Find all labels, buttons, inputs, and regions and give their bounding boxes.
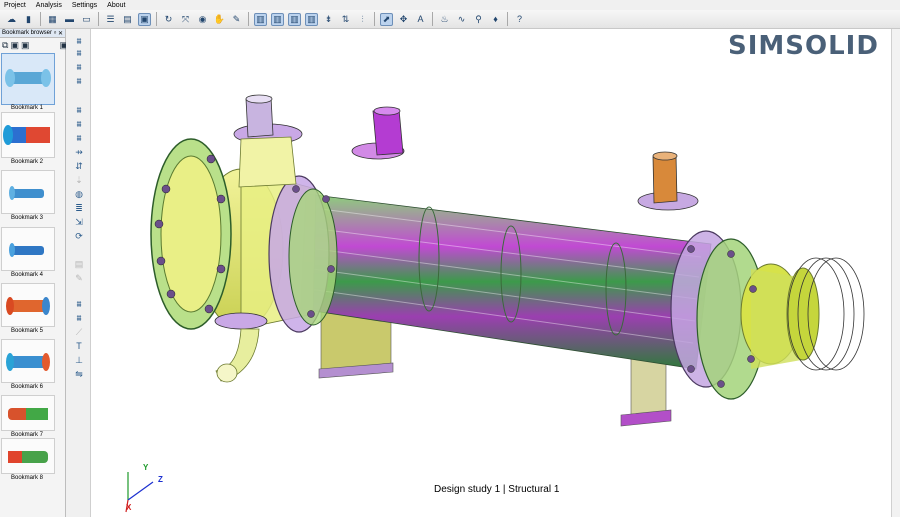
window-icon[interactable]: ▣: [138, 12, 151, 26]
bookmark-list-icon[interactable]: ▣: [10, 40, 19, 51]
table-icon[interactable]: ▤: [121, 13, 134, 26]
select-icon[interactable]: ⬈: [380, 12, 393, 26]
zoom-icon[interactable]: ⤧: [179, 13, 192, 26]
bookmark-label: Bookmark 2: [10, 159, 43, 165]
bookmark-thumbnail: [1, 170, 55, 214]
connections-icon[interactable]: ⩩: [72, 48, 86, 58]
annotate-icon[interactable]: A: [414, 13, 427, 26]
grid-icon[interactable]: ▦: [46, 13, 59, 26]
tool-icon[interactable]: ✎: [230, 13, 243, 26]
move-icon[interactable]: ✥: [397, 13, 410, 26]
menu-analysis[interactable]: Analysis: [32, 2, 68, 9]
simsolid-logo: SIMSOLID: [728, 31, 879, 61]
bookmark-label: Bookmark 3: [10, 215, 43, 221]
view-side-icon[interactable]: ▥: [288, 12, 301, 26]
gravity-icon: ⇣: [75, 175, 83, 185]
menu-bar: Project Analysis Settings About: [0, 0, 900, 10]
bookmark-tools: ⧉ ▣ ▣ ▣: [0, 38, 68, 52]
connections-icon[interactable]: ⩩: [72, 76, 86, 86]
bookmark-thumbnail: [1, 283, 55, 327]
connections-icon[interactable]: ⩩: [72, 62, 86, 72]
bookmark-thumbnail: [1, 227, 55, 271]
view-top-icon[interactable]: ▥: [305, 12, 318, 26]
close-icon[interactable]: ᵒ ✕: [54, 30, 63, 37]
bookmark-thumbnail: [1, 395, 55, 431]
axis-x-label: X: [126, 503, 132, 512]
hand-icon[interactable]: ✋: [213, 13, 226, 26]
bookmark-label: Bookmark 4: [10, 272, 43, 278]
toolbar-divider: [507, 12, 508, 26]
pin-icon[interactable]: ⇟: [322, 13, 335, 26]
bookmark-thumbnail: [1, 112, 55, 158]
save-icon[interactable]: ▮: [22, 13, 35, 26]
bookmark-label: Bookmark 1: [10, 105, 43, 111]
bookmark-label: Bookmark 5: [10, 328, 43, 334]
rotation-icon[interactable]: ⟳: [72, 231, 86, 241]
probe-icon[interactable]: ⚲: [472, 13, 485, 26]
probe-icon[interactable]: ⊥: [72, 355, 86, 365]
viewport-scrollbar[interactable]: [891, 29, 900, 517]
bookmark-thumbnail: [1, 53, 55, 105]
menu-settings[interactable]: Settings: [68, 2, 103, 9]
arrows-icon[interactable]: ⇅: [339, 13, 352, 26]
view-front-icon[interactable]: ▥: [271, 12, 284, 26]
supports-icon[interactable]: ⩩: [72, 119, 86, 129]
wave-icon[interactable]: ∿: [455, 13, 468, 26]
help-icon[interactable]: ?: [513, 13, 526, 26]
deformation-icon[interactable]: ⩩: [72, 299, 86, 309]
pressure-icon[interactable]: ⇵: [72, 161, 86, 171]
menu-project[interactable]: Project: [0, 2, 32, 9]
drop-icon[interactable]: ♦: [489, 13, 502, 26]
strain-icon: ⟋: [75, 327, 83, 337]
stress-icon[interactable]: ⩩: [72, 313, 86, 323]
flow-icon[interactable]: ♨: [438, 13, 451, 26]
settings-icon[interactable]: ⇋: [72, 369, 86, 379]
design-study-status: Design study 1 | Structural 1: [434, 484, 560, 495]
bookmark-label: Bookmark 6: [10, 384, 43, 390]
result-icon: ✎: [75, 273, 83, 283]
model-viewport[interactable]: Y Z X: [91, 29, 891, 517]
bookmark-thumbnail: [1, 339, 55, 383]
bookmark-label: Bookmark 8: [10, 475, 43, 481]
supports-icon[interactable]: ⩩: [72, 133, 86, 143]
bookmark-thumbnail: [1, 438, 55, 474]
image-icon[interactable]: ▭: [80, 13, 93, 26]
moment-icon[interactable]: ⇲: [72, 217, 86, 227]
menu-about[interactable]: About: [103, 2, 131, 9]
folder-icon[interactable]: ▬: [63, 13, 76, 26]
bolt-icon[interactable]: ◍: [72, 189, 86, 199]
cloud-icon[interactable]: ☁: [5, 13, 18, 26]
result-icon: ▤: [74, 259, 84, 269]
axis-y-label: Y: [143, 463, 149, 472]
list-icon[interactable]: ☰: [104, 13, 117, 26]
rotate-icon[interactable]: ↻: [162, 13, 175, 26]
thermal-icon[interactable]: ≣: [72, 203, 86, 213]
tool-strip: ⩩ ⩩ ⩩ ⩩ ⩩ ⩩ ⩩ ⇸ ⇵ ⇣ ◍ ≣ ⇲ ⟳ ▤ ✎ ⩩ ⩩ ⟋ T …: [66, 29, 91, 517]
bookmark-browser-title: Bookmark browser: [2, 30, 53, 36]
toolbar-divider: [156, 12, 157, 26]
toolbar-divider: [374, 12, 375, 26]
force-icon[interactable]: ⇸: [72, 147, 86, 157]
add-bookmark-icon[interactable]: ⧉: [2, 40, 8, 51]
filter-icon[interactable]: ⫶: [356, 13, 369, 26]
bookmark-grid-icon[interactable]: ▣: [21, 40, 30, 51]
toolbar-divider: [248, 12, 249, 26]
heat-exchanger-model[interactable]: [91, 29, 891, 517]
bookmark-browser-header: Bookmark browser ᵒ ✕: [0, 29, 65, 38]
supports-icon[interactable]: ⩩: [72, 105, 86, 115]
eye-icon[interactable]: ◉: [196, 13, 209, 26]
toolbar-divider: [40, 12, 41, 26]
toolbar-divider: [432, 12, 433, 26]
axis-z-label: Z: [158, 475, 163, 484]
view-iso-icon[interactable]: ▥: [254, 12, 267, 26]
reaction-icon[interactable]: T: [72, 341, 86, 351]
main-toolbar: ☁ ▮ ▦ ▬ ▭ ☰ ▤ ▣ ↻ ⤧ ◉ ✋ ✎ ▥ ▥ ▥ ▥ ⇟ ⇅ ⫶ …: [0, 10, 900, 29]
bookmark-browser: Bookmark browser ᵒ ✕ ⧉ ▣ ▣ ▣ Bookmark 1 …: [0, 29, 68, 517]
toolbar-divider: [98, 12, 99, 26]
connections-icon[interactable]: ⩩: [72, 36, 86, 46]
